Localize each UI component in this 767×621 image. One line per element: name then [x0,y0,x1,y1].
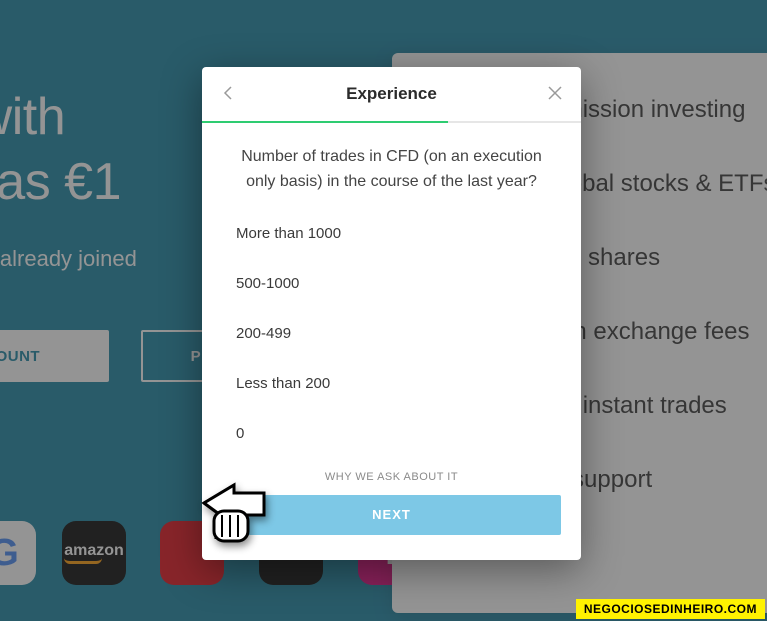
back-button[interactable] [220,85,236,101]
watermark: NEGOCIOSEDINHEIRO.COM [576,599,765,619]
option-item[interactable]: Less than 200 [236,359,547,409]
option-item[interactable]: 500-1000 [236,259,547,309]
option-item[interactable]: More than 1000 [236,209,547,259]
modal-title: Experience [346,84,437,104]
close-icon [547,85,563,101]
option-label: 200-499 [236,325,291,342]
option-label: 500-1000 [236,275,299,292]
options-list: More than 1000 500-1000 200-499 Less tha… [202,205,581,463]
option-label: More than 1000 [236,225,341,242]
option-label: 0 [236,425,244,442]
next-button[interactable]: NEXT [222,495,561,535]
modal-question: Number of trades in CFD (on an execution… [202,123,581,205]
why-we-ask-link[interactable]: WHY WE ASK ABOUT IT [202,463,581,495]
experience-modal: Experience Number of trades in CFD (on a… [202,67,581,560]
why-we-ask-label: WHY WE ASK ABOUT IT [325,471,458,483]
chevron-left-icon [220,85,236,101]
modal-header: Experience [202,67,581,121]
option-label: Less than 200 [236,375,330,392]
option-item[interactable]: 200-499 [236,309,547,359]
next-button-label: NEXT [372,507,411,522]
close-button[interactable] [547,85,563,101]
option-item[interactable]: 0 [236,409,547,459]
